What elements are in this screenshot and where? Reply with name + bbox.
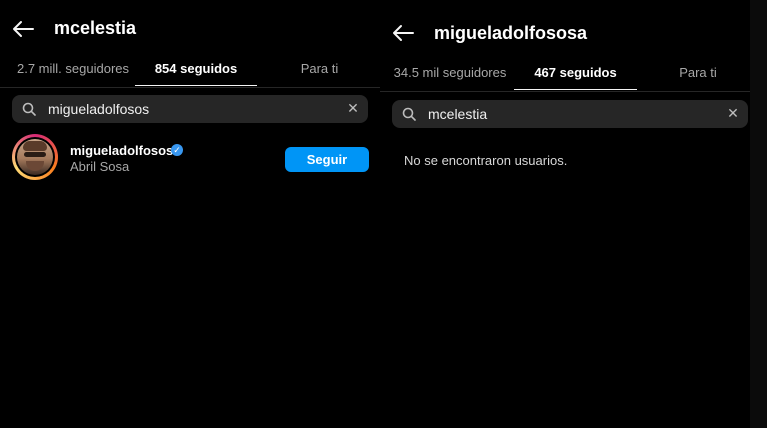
avatar-glasses [24, 152, 46, 157]
empty-results-message: No se encontraron usuarios. [404, 153, 568, 168]
tab-followers[interactable]: 34.5 mil seguidores [386, 60, 514, 90]
left-tabs: 2.7 mill. seguidores 854 seguidos Para t… [0, 56, 380, 88]
tab-following[interactable]: 854 seguidos [135, 56, 257, 86]
verified-badge-icon: ✓ [171, 144, 183, 156]
right-tabs: 34.5 mil seguidores 467 seguidos Para ti [380, 60, 750, 92]
tabs-divider [380, 91, 750, 92]
left-panel: mcelestia 2.7 mill. seguidores 854 segui… [0, 0, 380, 428]
follow-button[interactable]: Seguir [285, 147, 369, 172]
search-input[interactable]: migueladolfosos [48, 101, 149, 117]
search-field[interactable]: migueladolfosos ✕ [12, 95, 368, 123]
search-input[interactable]: mcelestia [428, 106, 487, 122]
tab-following[interactable]: 467 seguidos [514, 60, 637, 90]
tabs-divider [0, 87, 380, 88]
left-header: mcelestia [0, 10, 380, 50]
user-row[interactable]: migueladolfososa ✓ Abril Sosa Seguir [12, 134, 372, 184]
tab-for-you[interactable]: Para ti [642, 60, 754, 90]
username[interactable]: migueladolfososa [70, 143, 181, 158]
back-arrow-icon[interactable] [392, 24, 414, 42]
full-name: Abril Sosa [70, 159, 130, 174]
tab-followers[interactable]: 2.7 mill. seguidores [8, 56, 138, 86]
avatar-beard [26, 161, 44, 171]
clear-search-icon[interactable]: ✕ [726, 106, 740, 120]
search-icon [402, 107, 416, 121]
back-arrow-icon[interactable] [12, 20, 34, 38]
right-panel: migueladolfososa 34.5 mil seguidores 467… [380, 0, 750, 428]
search-field[interactable]: mcelestia ✕ [392, 100, 748, 128]
clear-search-icon[interactable]: ✕ [346, 101, 360, 115]
profile-title: mcelestia [54, 18, 137, 38]
window-edge [750, 0, 767, 428]
avatar-hair [23, 141, 47, 151]
avatar-ring-gap [15, 137, 55, 177]
avatar[interactable] [12, 134, 58, 180]
profile-title: migueladolfososa [434, 23, 588, 43]
search-icon [22, 102, 36, 116]
right-header: migueladolfososa [380, 10, 750, 50]
avatar-photo [17, 139, 53, 175]
tab-for-you[interactable]: Para ti [262, 56, 377, 86]
